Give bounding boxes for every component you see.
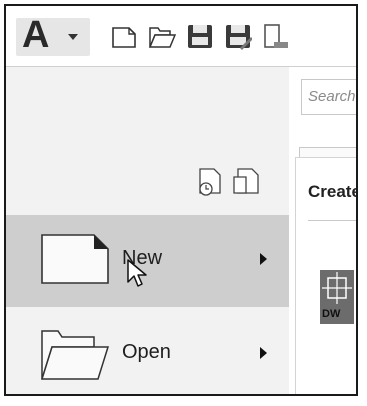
menu-item-label: Open bbox=[122, 341, 171, 363]
drawing-icon bbox=[320, 270, 354, 306]
quick-access-toolbar: A bbox=[6, 6, 356, 67]
drawing-template-thumbnail[interactable]: DW bbox=[320, 270, 354, 324]
divider bbox=[308, 220, 356, 221]
save-icon[interactable] bbox=[186, 20, 214, 50]
application-menu-window: A New Open Search Create DW bbox=[4, 4, 358, 396]
submenu-arrow-icon bbox=[260, 253, 267, 265]
new-file-icon[interactable] bbox=[110, 20, 138, 50]
application-menu-panel: New Open bbox=[6, 67, 296, 394]
mouse-cursor-icon bbox=[127, 259, 147, 287]
content-panel: Search Create DW bbox=[289, 67, 356, 394]
save-as-icon[interactable] bbox=[224, 20, 252, 50]
open-documents-icon[interactable] bbox=[233, 168, 259, 194]
chevron-down-icon bbox=[68, 34, 78, 40]
application-menu-button[interactable]: A bbox=[16, 14, 90, 56]
export-icon[interactable] bbox=[262, 20, 290, 50]
thumbnail-label: DW bbox=[322, 308, 341, 320]
menu-item-open[interactable]: Open bbox=[6, 309, 296, 394]
recent-documents-icon[interactable] bbox=[196, 165, 286, 199]
app-logo: A bbox=[22, 14, 50, 56]
open-folder-icon bbox=[40, 330, 110, 380]
submenu-arrow-icon bbox=[260, 347, 267, 359]
create-card: Create DW bbox=[295, 157, 358, 394]
search-input[interactable]: Search bbox=[301, 79, 356, 115]
open-folder-icon[interactable] bbox=[148, 20, 176, 50]
search-placeholder: Search bbox=[308, 88, 356, 105]
create-title: Create bbox=[308, 182, 358, 201]
new-document-icon bbox=[41, 234, 109, 284]
menu-item-new[interactable]: New bbox=[6, 215, 296, 307]
